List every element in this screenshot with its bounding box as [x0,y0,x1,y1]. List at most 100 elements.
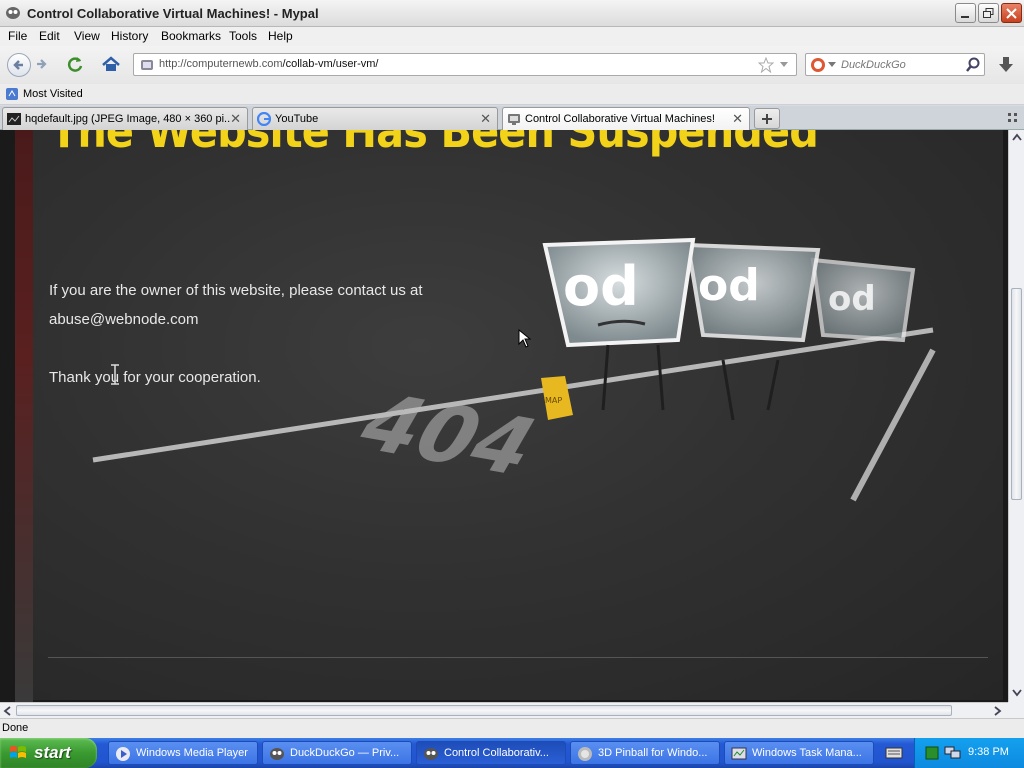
restore-button[interactable] [978,3,999,23]
mypal-app-icon [6,7,20,19]
taskbar: start Windows Media Player DuckDuckGo — … [0,738,1024,768]
task-windows-task-manager[interactable]: Windows Task Mana... [724,741,874,765]
menu-view[interactable]: View [74,29,100,43]
scroll-left-icon[interactable] [3,706,13,716]
svg-text:od: od [563,255,639,318]
pinball-icon [578,747,592,761]
image-file-icon [7,113,21,125]
search-icon[interactable] [965,57,981,73]
start-button[interactable]: start [0,738,97,768]
mouse-pointer-icon [518,329,532,348]
search-placeholder: DuckDuckGo [841,59,906,71]
vertical-scroll-thumb[interactable] [1011,288,1022,500]
system-tray: 9:38 PM [914,738,1024,768]
reload-icon [67,57,83,72]
svg-text:od: od [698,260,760,311]
background-strip [15,130,33,702]
thank-you-text: Thank you for your cooperation. [49,369,261,386]
suspended-panel: 404 od od od MAP The Website Has Been Su… [33,130,1003,700]
menu-help[interactable]: Help [268,29,293,43]
tab-bar: hqdefault.jpg (JPEG Image, 480 × 360 pi.… [0,106,1024,131]
task-windows-media-player[interactable]: Windows Media Player [108,741,258,765]
tab-label: Control Collaborative Virtual Machines! [525,113,715,125]
task-duckduckgo[interactable]: DuckDuckGo — Priv... [262,741,412,765]
forward-arrow-icon [37,59,47,69]
tab-label: YouTube [275,113,319,125]
svg-text:od: od [828,279,876,319]
tab-close-icon[interactable]: ✕ [732,111,743,127]
mypal-icon [270,748,284,760]
windows-logo-icon [10,746,26,758]
creature-2: od [685,242,821,421]
minimize-button[interactable] [955,3,976,23]
forward-button[interactable] [33,53,53,77]
reload-button[interactable] [63,53,87,77]
status-bar: Done [0,718,1024,738]
task-label: DuckDuckGo — Priv... [290,747,400,759]
title-bar: Control Collaborative Virtual Machines! … [0,0,1024,27]
scroll-up-icon[interactable] [1012,133,1022,143]
text-cursor-icon [111,364,119,385]
horizontal-scrollbar[interactable] [0,702,1008,718]
url-text: http://computernewb.com/collab-vm/user-v… [159,58,379,70]
clock[interactable]: 9:38 PM [968,746,1009,758]
creature-3: od [810,257,916,343]
tab-youtube[interactable]: YouTube ✕ [252,107,498,130]
list-all-tabs-icon[interactable] [1007,112,1019,124]
scroll-right-icon[interactable] [992,706,1002,716]
restore-icon [983,8,994,18]
tab-hqdefault[interactable]: hqdefault.jpg (JPEG Image, 480 × 360 pi.… [2,107,248,130]
back-button[interactable] [7,53,31,77]
task-label: Windows Media Player [136,747,248,759]
tab-close-icon[interactable]: ✕ [480,111,491,127]
search-bar[interactable]: DuckDuckGo [805,53,985,76]
collabvm-icon [508,114,520,125]
bookmarks-toolbar: Most Visited [0,84,1024,105]
bookmark-star-icon[interactable] [758,57,774,73]
most-visited-link[interactable]: Most Visited [23,88,83,100]
network-icon[interactable] [944,745,962,761]
road-404-illustration: 404 od od od MAP [92,237,936,502]
start-label: start [34,743,71,762]
menu-history[interactable]: History [111,29,148,43]
google-icon [257,112,271,126]
footer-divider [48,657,988,658]
url-bar[interactable]: http://computernewb.com/collab-vm/user-v… [133,53,797,76]
suspended-headline: The Website Has Been Suspended [50,130,819,158]
task-manager-icon [731,747,747,760]
scrollbar-corner [1008,702,1024,718]
close-button[interactable] [1001,3,1022,23]
svg-text:MAP: MAP [545,396,562,405]
mypal-icon [424,748,438,760]
menu-edit[interactable]: Edit [39,29,60,43]
tab-collab-vm[interactable]: Control Collaborative Virtual Machines! … [502,107,750,131]
task-label: 3D Pinball for Windo... [598,747,708,759]
menu-file[interactable]: File [8,29,27,43]
tab-label: hqdefault.jpg (JPEG Image, 480 × 360 pi.… [25,113,230,125]
vertical-scrollbar[interactable] [1008,130,1024,702]
horizontal-scroll-thumb[interactable] [16,705,952,716]
close-icon [1006,8,1017,19]
search-engine-dropdown-icon[interactable] [828,62,836,68]
menu-tools[interactable]: Tools [229,29,257,43]
abuse-email-link[interactable]: abuse@webnode.com [49,311,199,328]
media-player-icon [116,747,130,761]
downloads-button[interactable] [994,53,1018,77]
tab-close-icon[interactable]: ✕ [230,111,241,127]
task-3d-pinball[interactable]: 3D Pinball for Windo... [570,741,720,765]
page-viewport: 404 od od od MAP The Website Has Been Su… [0,130,1008,702]
minimize-icon [961,16,969,18]
keyboard-icon[interactable] [885,745,903,761]
new-tab-button[interactable] [754,108,780,129]
owner-contact-text: If you are the owner of this website, pl… [49,282,423,299]
home-icon [102,56,120,71]
duckduckgo-icon[interactable] [810,57,826,73]
tray-app-icon[interactable] [925,746,939,760]
menu-bookmarks[interactable]: Bookmarks [161,29,221,43]
url-dropdown-icon[interactable] [779,61,789,69]
scroll-down-icon[interactable] [1012,687,1022,697]
task-label: Control Collaborativ... [444,747,549,759]
task-control-collaborative[interactable]: Control Collaborativ... [416,741,566,765]
download-arrow-icon [999,57,1013,72]
home-button[interactable] [99,53,123,77]
